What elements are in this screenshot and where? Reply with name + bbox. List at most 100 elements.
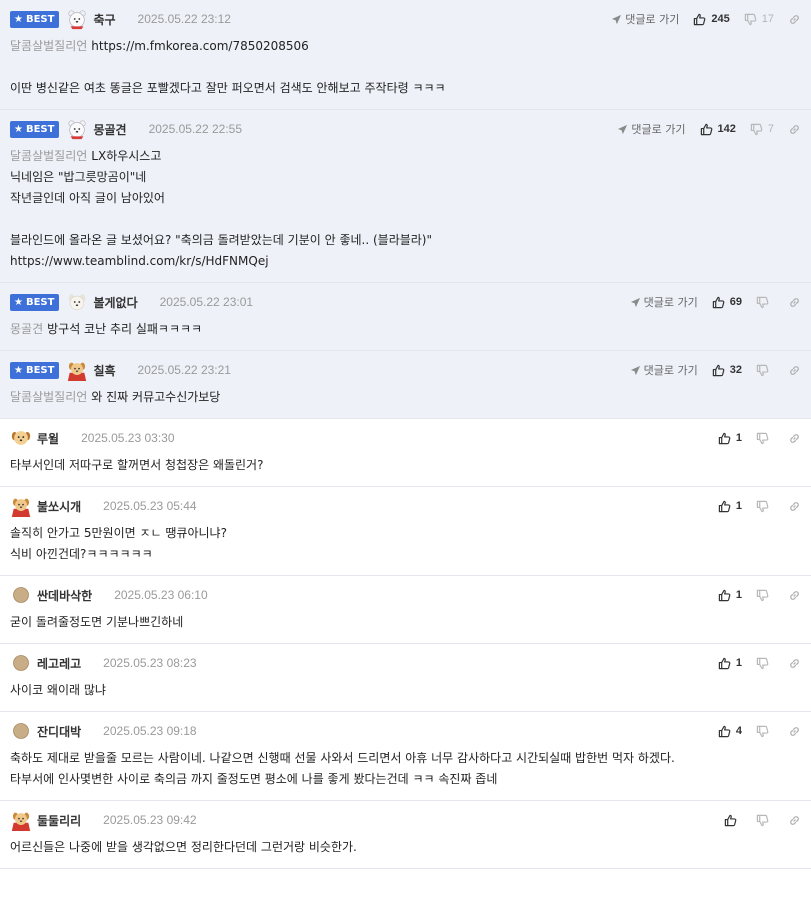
upvote-button[interactable]: 69 (712, 296, 742, 309)
upvote-button[interactable]: 245 (693, 13, 730, 26)
avatar (13, 655, 29, 671)
best-label: BEST (25, 364, 55, 376)
best-badge: ★ BEST (10, 10, 60, 28)
copy-link-button[interactable] (788, 123, 801, 136)
nickname[interactable]: 볼게없다 (93, 294, 137, 311)
downvote-button[interactable] (756, 657, 774, 670)
reply-label: 댓글로 가기 (643, 364, 698, 377)
comment-text[interactable]: https://m.fmkorea.com/7850208506 (91, 39, 309, 53)
thumbs-up-icon (718, 657, 731, 669)
link-icon (790, 365, 799, 375)
comment-text: 어르신들은 나중에 받을 생각없으면 정리한다던데 그런거랑 비슷한가. (10, 840, 357, 854)
upvote-count: 245 (711, 13, 730, 25)
reply-arrow-icon (618, 124, 628, 134)
comment: 레고레고 2025.05.23 08:23 1 사이코 왜이래 많냐 (0, 644, 811, 712)
avatar (66, 359, 88, 381)
downvote-button[interactable] (756, 725, 774, 738)
nickname[interactable]: 몽골견 (93, 121, 126, 138)
copy-link-button[interactable] (788, 432, 801, 445)
thumbs-up-icon (694, 13, 706, 25)
comment: 잔디대박 2025.05.23 09:18 4 축하도 제대로 받을줄 모르는 … (0, 712, 811, 801)
downvote-button[interactable] (756, 296, 774, 309)
downvote-button[interactable] (756, 364, 774, 377)
comment-actions: 댓글로 가기 142 7 (617, 118, 801, 140)
link-icon (790, 815, 799, 825)
nickname[interactable]: 루윌 (37, 430, 59, 447)
comment-date: 2025.05.22 23:21 (137, 363, 231, 377)
thumbs-down-icon (756, 500, 769, 512)
mention[interactable]: 몽골견 (10, 322, 43, 336)
upvote-button[interactable]: 32 (712, 364, 742, 377)
downvote-button[interactable]: 7 (750, 123, 774, 136)
mention[interactable]: 달콤살벌질리언 (10, 39, 87, 53)
reply-arrow-icon (630, 365, 640, 375)
thumbs-up-icon (718, 500, 731, 512)
comment-line: 블라인드에 올라온 글 보셨어요? "축의금 돌려받았는데 기분이 안 좋네..… (10, 230, 801, 251)
nickname[interactable]: 잔디대박 (37, 723, 81, 740)
copy-link-button[interactable] (788, 589, 801, 602)
comment-line: 사이코 왜이래 많냐 (10, 680, 801, 701)
comment-date: 2025.05.22 23:01 (159, 295, 254, 309)
copy-link-button[interactable] (788, 657, 801, 670)
downvote-button[interactable]: 17 (744, 13, 774, 26)
thumbs-down-icon (756, 364, 769, 376)
downvote-button[interactable] (756, 432, 774, 445)
comment-text: 축하도 제대로 받을줄 모르는 사람이네. 나같으면 신행때 선물 사와서 드리… (10, 751, 675, 765)
copy-link-button[interactable] (788, 725, 801, 738)
nickname[interactable]: 불쏘시개 (37, 498, 81, 515)
copy-link-button[interactable] (788, 814, 801, 827)
reply-arrow-icon (612, 14, 622, 24)
upvote-count: 4 (735, 725, 742, 737)
nickname[interactable]: 칠흑 (93, 362, 115, 379)
reply-arrow-icon (630, 297, 640, 307)
best-badge: ★ BEST (10, 361, 60, 379)
link-icon (790, 501, 799, 511)
comment-line: 축하도 제대로 받을줄 모르는 사람이네. 나같으면 신행때 선물 사와서 드리… (10, 748, 801, 769)
copy-link-button[interactable] (788, 13, 801, 26)
comment-actions: 1 (718, 495, 801, 517)
upvote-button[interactable]: 1 (718, 657, 742, 670)
link-icon (790, 590, 799, 600)
avatar (66, 118, 88, 140)
upvote-button[interactable]: 4 (718, 725, 742, 738)
nickname[interactable]: 싼데바삭한 (37, 587, 92, 604)
downvote-button[interactable] (756, 589, 774, 602)
nickname[interactable]: 축구 (93, 11, 115, 28)
upvote-button[interactable]: 142 (700, 123, 736, 136)
comment-line: 달콤살벌질리언 와 진짜 커뮤고수신가보당 (10, 387, 801, 408)
star-icon: ★ (14, 296, 23, 308)
upvote-button[interactable]: 1 (718, 589, 742, 602)
comment-actions: 댓글로 가기 245 17 (611, 8, 801, 30)
upvote-button[interactable]: 1 (718, 432, 742, 445)
nickname[interactable]: 둘둘리리 (37, 812, 81, 829)
comment-meta: 둘둘리리 2025.05.23 09:42 (10, 809, 801, 831)
best-badge: ★ BEST (10, 120, 60, 138)
comment-text[interactable]: https://www.teamblind.com/kr/s/HdFNMQej (10, 254, 269, 268)
downvote-button[interactable] (756, 814, 774, 827)
go-to-reply-button[interactable]: 댓글로 가기 (617, 121, 686, 137)
thumbs-up-icon (700, 123, 712, 135)
comment-body: 달콤살벌질리언 LX하우시스고 닉네임은 "밥그릇망곰이"네 작년글인데 아직 글이 … (10, 146, 801, 272)
thumbs-down-icon (756, 589, 769, 601)
link-icon (790, 297, 799, 307)
go-to-reply-button[interactable]: 댓글로 가기 (630, 362, 698, 378)
comment-actions: 1 (718, 652, 801, 674)
mention[interactable]: 달콤살벌질리언 (10, 390, 87, 404)
comment-line: 닉네임은 "밥그릇망곰이"네 (10, 167, 801, 188)
copy-link-button[interactable] (788, 364, 801, 377)
upvote-button[interactable]: 1 (718, 500, 742, 513)
go-to-reply-button[interactable]: 댓글로 가기 (611, 11, 679, 27)
comment-meta: 레고레고 2025.05.23 08:23 (10, 652, 801, 674)
upvote-button[interactable] (724, 814, 742, 827)
comment-line: 식비 아낀건데?ㅋㅋㅋㅋㅋㅋ (10, 544, 801, 565)
upvote-count: 1 (735, 432, 742, 444)
copy-link-button[interactable] (788, 296, 801, 309)
go-to-reply-button[interactable]: 댓글로 가기 (630, 294, 698, 310)
mention[interactable]: 달콤살벌질리언 (10, 149, 87, 163)
thumbs-down-icon (756, 814, 769, 826)
comment-list: ★ BEST 축구 2025.05.22 23:12 댓글로 가기 245 17 … (0, 0, 811, 869)
comment-text: 이딴 병신같은 여초 똥글은 포빨겠다고 잘만 퍼오면서 검색도 안해보고 주작… (10, 81, 446, 95)
copy-link-button[interactable] (788, 500, 801, 513)
nickname[interactable]: 레고레고 (37, 655, 81, 672)
downvote-button[interactable] (756, 500, 774, 513)
